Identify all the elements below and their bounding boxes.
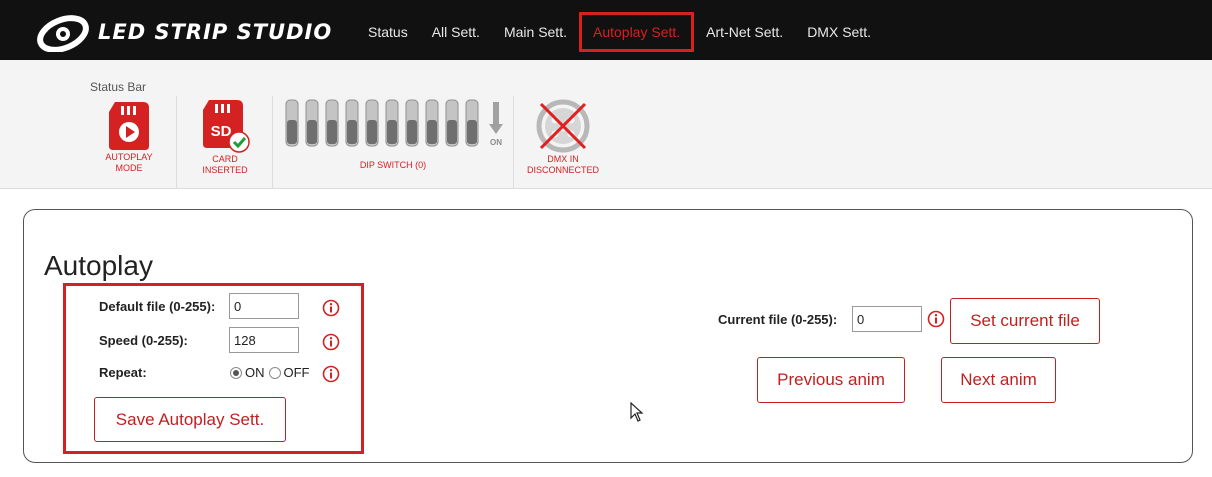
- dip-switch-2: [305, 99, 319, 147]
- repeat-label: Repeat:: [99, 365, 147, 380]
- default-file-label: Default file (0-255):: [99, 299, 216, 314]
- info-icon[interactable]: [322, 365, 340, 383]
- repeat-on-radio[interactable]: [230, 366, 242, 379]
- autoplay-caption-1: AUTOPLAY: [105, 152, 153, 162]
- previous-anim-button[interactable]: Previous anim: [757, 357, 905, 403]
- brand-logo[interactable]: LED STRIP STUDIO: [36, 12, 332, 52]
- dmx-caption-2: DISCONNECTED: [526, 165, 599, 175]
- status-bar: Status Bar AUTOPLAY MODE SD CARD INSERTE…: [0, 60, 1212, 189]
- sd-card-label: SD: [211, 123, 232, 140]
- nav-status[interactable]: Status: [356, 12, 420, 52]
- repeat-off-radio[interactable]: [268, 366, 281, 379]
- nav-main-settings[interactable]: Main Sett.: [492, 12, 579, 52]
- sd-play-icon: [109, 102, 149, 150]
- next-anim-button[interactable]: Next anim: [941, 357, 1056, 403]
- status-bar-label: Status Bar: [90, 80, 147, 94]
- dip-switch-3: [325, 99, 339, 147]
- dip-switch-1: [285, 99, 299, 147]
- dip-switch-6: [385, 99, 399, 147]
- top-nav-bar: LED STRIP STUDIO Status All Sett. Main S…: [0, 0, 1212, 60]
- dip-switch-icon: ON: [285, 99, 503, 147]
- dip-caption: DIP SWITCH (0): [359, 160, 427, 170]
- main-nav: Status All Sett. Main Sett. Autoplay Set…: [356, 12, 883, 52]
- repeat-on-label[interactable]: ON: [245, 365, 265, 380]
- repeat-radio-group: ON OFF: [230, 365, 310, 380]
- speed-label: Speed (0-255):: [99, 333, 188, 348]
- sd-card-check-icon: SD: [203, 100, 250, 153]
- dip-switch-5: [365, 99, 379, 147]
- autoplay-panel: Autoplay Default file (0-255): Speed (0-…: [23, 209, 1193, 463]
- nav-artnet-settings[interactable]: Art-Net Sett.: [694, 12, 795, 52]
- repeat-off-label[interactable]: OFF: [284, 365, 310, 380]
- panel-title: Autoplay: [44, 250, 153, 281]
- dip-on-label: ON: [490, 138, 502, 147]
- dip-on-arrow-icon: [489, 102, 503, 134]
- mouse-cursor-icon: [630, 402, 644, 422]
- nav-dmx-settings[interactable]: DMX Sett.: [795, 12, 883, 52]
- dip-switch-9: [445, 99, 459, 147]
- info-icon[interactable]: [322, 299, 340, 317]
- save-autoplay-button[interactable]: Save Autoplay Sett.: [94, 397, 286, 442]
- dmx-caption-1: DMX IN: [547, 154, 579, 164]
- status-divider: [513, 96, 514, 188]
- dip-switch-4: [345, 99, 359, 147]
- current-file-label: Current file (0-255):: [718, 312, 838, 327]
- nav-all-settings[interactable]: All Sett.: [420, 12, 492, 52]
- status-divider: [272, 96, 273, 188]
- card-caption-2: INSERTED: [202, 165, 248, 175]
- dip-switch-7: [405, 99, 419, 147]
- card-caption-1: CARD: [212, 154, 238, 164]
- set-current-file-button[interactable]: Set current file: [950, 298, 1100, 344]
- status-dmx-in: DMX IN DISCONNECTED: [520, 96, 606, 188]
- brand-swirl-icon: [37, 15, 89, 52]
- info-icon[interactable]: [927, 310, 945, 328]
- status-dip-switch: ON DIP SWITCH (0): [282, 96, 504, 188]
- autoplay-caption-2: MODE: [115, 163, 143, 173]
- dip-switch-8: [425, 99, 439, 147]
- dmx-disconnected-icon: [536, 99, 590, 153]
- status-divider: [176, 96, 177, 188]
- status-autoplay-mode: AUTOPLAY MODE: [98, 96, 160, 188]
- brand-name: LED STRIP STUDIO: [98, 20, 333, 44]
- dip-switch-10: [465, 99, 479, 147]
- speed-input[interactable]: [229, 327, 299, 353]
- current-file-input[interactable]: [852, 306, 922, 332]
- status-card-inserted: SD CARD INSERTED: [194, 96, 256, 188]
- info-icon[interactable]: [322, 333, 340, 351]
- nav-autoplay-settings[interactable]: Autoplay Sett.: [578, 12, 695, 52]
- default-file-input[interactable]: [229, 293, 299, 319]
